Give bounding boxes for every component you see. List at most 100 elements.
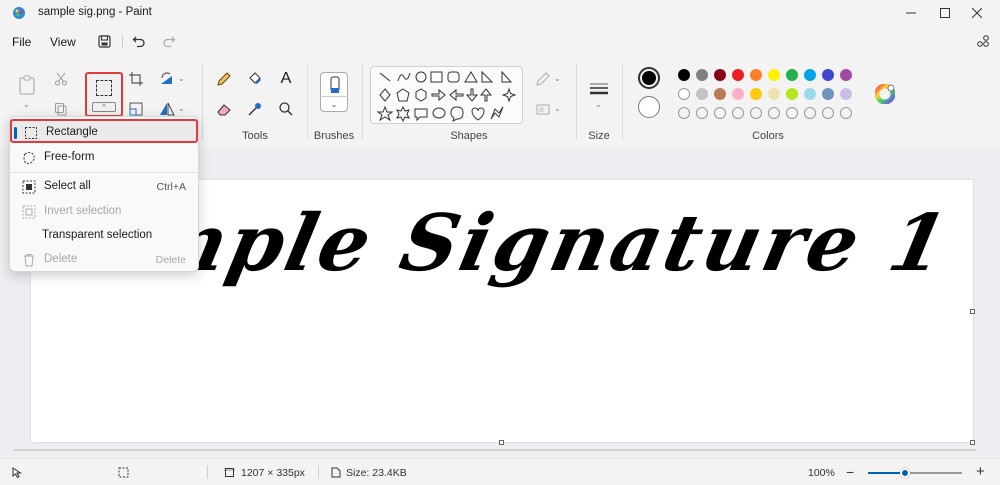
menu-item-delete[interactable]: Delete Delete bbox=[10, 248, 198, 272]
brushes-chevron-icon[interactable]: ⌄ bbox=[320, 96, 348, 112]
paste-button[interactable] bbox=[16, 74, 38, 96]
menu-item-invert-selection[interactable]: Invert selection bbox=[10, 200, 198, 224]
menu-item-label: Free-form bbox=[44, 151, 95, 163]
eraser-button[interactable] bbox=[213, 98, 235, 120]
color-swatch[interactable] bbox=[732, 107, 744, 119]
flip-chevron-icon[interactable]: ⌄ bbox=[178, 104, 185, 113]
resize-handle-right[interactable] bbox=[970, 309, 975, 314]
rotate-button[interactable] bbox=[156, 68, 178, 90]
title-bar: sample sig.png - Paint bbox=[0, 0, 1000, 26]
share-button[interactable] bbox=[974, 32, 992, 50]
color-swatch[interactable] bbox=[804, 88, 816, 100]
save-button[interactable] bbox=[95, 32, 113, 50]
secondary-color-button[interactable] bbox=[638, 96, 660, 118]
close-button[interactable] bbox=[954, 0, 1000, 26]
color-swatch[interactable] bbox=[840, 69, 852, 81]
eraser-icon bbox=[217, 104, 231, 116]
horizontal-scrollbar[interactable] bbox=[14, 449, 976, 451]
magnifier-button[interactable] bbox=[275, 98, 297, 120]
fill-button[interactable] bbox=[244, 68, 266, 90]
color-swatch[interactable] bbox=[804, 107, 816, 119]
color-swatch[interactable] bbox=[678, 88, 690, 100]
color-swatch[interactable] bbox=[840, 107, 852, 119]
color-swatch[interactable] bbox=[768, 88, 780, 100]
menu-item-transparent-selection[interactable]: Transparent selection bbox=[10, 224, 198, 248]
zoom-out-button[interactable]: − bbox=[846, 464, 854, 480]
crop-button[interactable] bbox=[125, 68, 147, 90]
cut-button[interactable] bbox=[50, 68, 72, 90]
color-swatch[interactable] bbox=[714, 107, 726, 119]
menu-item-label: Delete bbox=[44, 253, 78, 265]
file-menu[interactable]: File bbox=[12, 35, 31, 49]
rotate-chevron-icon[interactable]: ⌄ bbox=[178, 74, 185, 83]
save-icon bbox=[97, 34, 111, 48]
undo-button[interactable] bbox=[130, 32, 148, 50]
color-swatch[interactable] bbox=[696, 88, 708, 100]
paint-bucket-icon bbox=[249, 72, 261, 84]
primary-color-button[interactable] bbox=[638, 67, 660, 89]
zoom-in-button[interactable]: + bbox=[976, 463, 985, 480]
color-swatch[interactable] bbox=[786, 88, 798, 100]
color-swatch[interactable] bbox=[768, 69, 780, 81]
shape-fill-icon bbox=[536, 104, 550, 115]
color-swatch[interactable] bbox=[822, 69, 834, 81]
tools-group-label: Tools bbox=[242, 130, 268, 142]
text-icon: A bbox=[280, 70, 292, 87]
file-size-text: Size: 23.4KB bbox=[346, 467, 407, 479]
select-tool-button[interactable]: ^ bbox=[85, 72, 123, 117]
color-swatch[interactable] bbox=[750, 69, 762, 81]
view-menu[interactable]: View bbox=[50, 35, 76, 49]
color-swatch[interactable] bbox=[750, 107, 762, 119]
color-swatch[interactable] bbox=[822, 107, 834, 119]
resize-handle-bottom[interactable] bbox=[499, 440, 504, 445]
close-icon bbox=[972, 8, 982, 18]
delete-icon bbox=[24, 254, 34, 267]
color-swatch[interactable] bbox=[804, 69, 816, 81]
paste-icon bbox=[19, 75, 35, 95]
ribbon-divider bbox=[362, 64, 363, 140]
zoom-slider[interactable] bbox=[868, 468, 962, 478]
color-swatch[interactable] bbox=[822, 88, 834, 100]
color-swatch[interactable] bbox=[696, 69, 708, 81]
pencil-icon bbox=[217, 72, 231, 86]
shapes-gallery bbox=[370, 66, 523, 124]
color-swatch[interactable] bbox=[786, 69, 798, 81]
window-title: sample sig.png - Paint bbox=[38, 6, 152, 18]
color-picker-button[interactable] bbox=[244, 98, 266, 120]
color-swatch[interactable] bbox=[840, 88, 852, 100]
size-button[interactable] bbox=[588, 78, 610, 100]
menu-item-select-all[interactable]: Select all Ctrl+A bbox=[10, 175, 198, 199]
zoom-slider-thumb[interactable] bbox=[900, 468, 910, 478]
fill-style-button[interactable] bbox=[532, 98, 554, 120]
ribbon-divider bbox=[576, 64, 577, 140]
size-chevron-icon[interactable]: ⌄ bbox=[595, 100, 602, 109]
color-swatch[interactable] bbox=[678, 107, 690, 119]
edit-colors-button[interactable] bbox=[874, 83, 896, 105]
select-all-icon bbox=[22, 180, 36, 194]
ribbon-divider bbox=[202, 64, 203, 140]
color-swatch[interactable] bbox=[750, 88, 762, 100]
color-swatch[interactable] bbox=[732, 88, 744, 100]
pencil-button[interactable] bbox=[213, 68, 235, 90]
redo-button[interactable] bbox=[160, 32, 178, 50]
menu-item-free-form[interactable]: Free-form bbox=[10, 146, 198, 170]
text-button[interactable]: A bbox=[275, 68, 297, 90]
color-swatch[interactable] bbox=[732, 69, 744, 81]
menu-item-rectangle[interactable]: Rectangle bbox=[10, 119, 198, 143]
color-swatch[interactable] bbox=[768, 107, 780, 119]
color-swatch[interactable] bbox=[678, 69, 690, 81]
color-swatch[interactable] bbox=[714, 88, 726, 100]
color-swatch[interactable] bbox=[696, 107, 708, 119]
resize-handle-corner[interactable] bbox=[970, 440, 975, 445]
select-dropdown-chevron-icon[interactable]: ^ bbox=[92, 102, 116, 112]
outline-button[interactable] bbox=[532, 68, 554, 90]
rotate-icon bbox=[161, 72, 172, 84]
color-swatch[interactable] bbox=[714, 69, 726, 81]
paste-chevron-icon[interactable]: ⌄ bbox=[23, 100, 30, 109]
status-bar: 1207 × 335px Size: 23.4KB 100% − + bbox=[0, 458, 1000, 485]
color-swatch[interactable] bbox=[786, 107, 798, 119]
fill-style-chevron-icon[interactable]: ⌄ bbox=[554, 104, 561, 113]
file-size-icon bbox=[331, 467, 341, 478]
shapes-icons[interactable] bbox=[371, 67, 524, 125]
outline-chevron-icon[interactable]: ⌄ bbox=[554, 74, 561, 83]
